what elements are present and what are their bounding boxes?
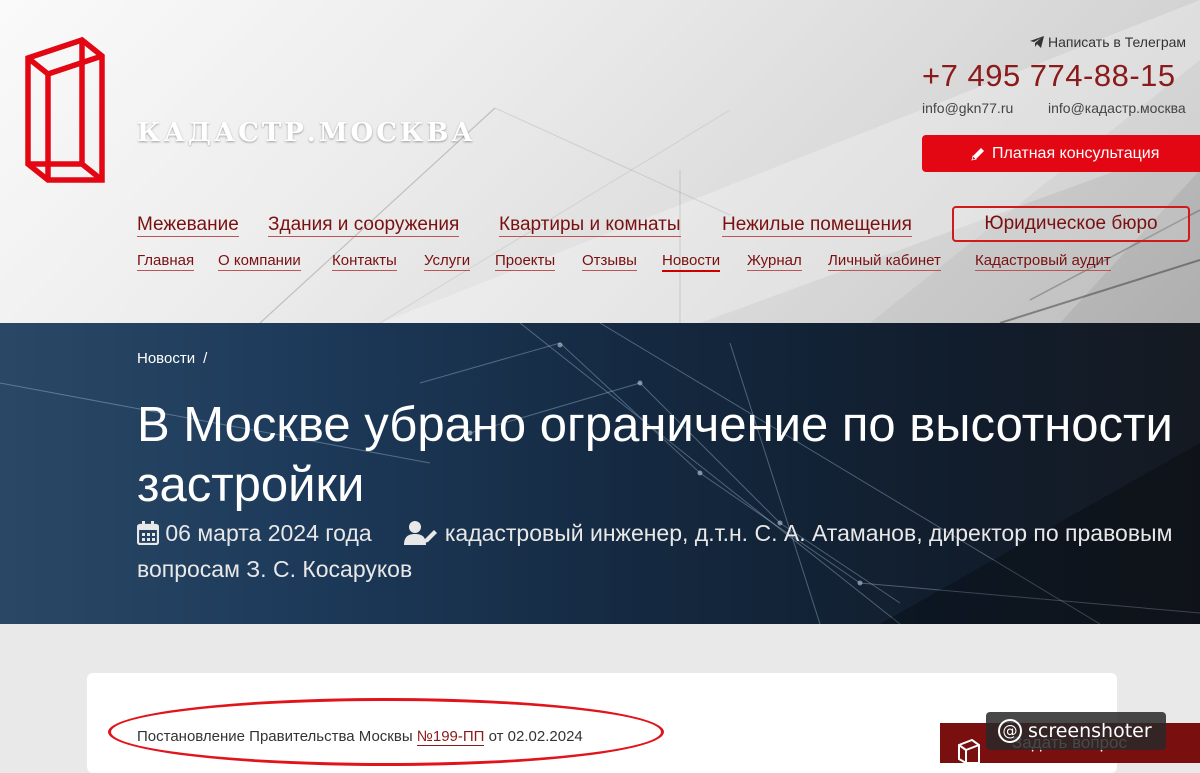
sub-nav-item-contacts[interactable]: Контакты xyxy=(332,252,397,271)
telegram-link[interactable]: Написать в Телеграм xyxy=(1030,34,1186,50)
telegram-label: Написать в Телеграм xyxy=(1048,34,1187,50)
sub-nav-item-services[interactable]: Услуги xyxy=(424,252,471,271)
legal-bureau-button[interactable]: Юридическое бюро xyxy=(952,206,1190,242)
screenshoter-text: screenshoter xyxy=(1028,720,1152,742)
article-hero: Новости / В Москве убрано ограничение по … xyxy=(0,323,1200,624)
main-nav-item-mezhevanie[interactable]: Межевание xyxy=(137,214,239,237)
phone-number[interactable]: +7 495 774-88-15 xyxy=(922,58,1176,94)
breadcrumb-news-link[interactable]: Новости xyxy=(137,350,195,367)
sub-nav-item-reviews[interactable]: Отзывы xyxy=(582,252,637,271)
screenshoter-watermark: @ screenshoter xyxy=(986,712,1166,750)
highlight-oval xyxy=(108,698,664,766)
consult-button-label: Платная консультация xyxy=(992,144,1160,162)
user-edit-icon xyxy=(404,521,438,545)
main-nav-item-nonresidential[interactable]: Нежилые помещения xyxy=(722,214,912,237)
sub-nav-item-account[interactable]: Личный кабинет xyxy=(828,252,941,271)
calendar-icon xyxy=(136,521,160,546)
breadcrumb: Новости / xyxy=(137,350,207,367)
consult-button[interactable]: Платная консультация xyxy=(922,135,1200,172)
telegram-icon xyxy=(1030,36,1044,48)
sub-nav-item-home[interactable]: Главная xyxy=(137,252,195,271)
logo-text[interactable]: КАДАСТР.МОСКВА xyxy=(137,118,476,148)
article-title: В Москве убрано ограничение по высотност… xyxy=(137,398,1173,512)
building-icon xyxy=(958,739,980,763)
article-date: 06 марта 2024 года xyxy=(165,520,372,546)
sub-nav-item-journal[interactable]: Журнал xyxy=(747,252,802,271)
sub-nav-item-audit[interactable]: Кадастровый аудит xyxy=(975,252,1111,271)
sub-nav-item-projects[interactable]: Проекты xyxy=(495,252,556,271)
at-icon: @ xyxy=(998,719,1022,743)
email-link-2[interactable]: info@кадастр.москва xyxy=(1048,100,1186,116)
main-nav-item-buildings[interactable]: Здания и сооружения xyxy=(268,214,460,237)
sub-nav-item-about[interactable]: О компании xyxy=(218,252,301,271)
pencil-icon xyxy=(971,147,984,161)
main-nav-item-apartments[interactable]: Квартиры и комнаты xyxy=(499,214,681,237)
logo-icon[interactable] xyxy=(22,36,106,186)
email-link-1[interactable]: info@gkn77.ru xyxy=(922,100,1013,116)
sub-nav-item-news[interactable]: Новости xyxy=(662,252,721,272)
article-meta: 06 марта 2024 года кадастровый инженер, … xyxy=(136,515,1187,587)
breadcrumb-separator: / xyxy=(203,350,208,367)
